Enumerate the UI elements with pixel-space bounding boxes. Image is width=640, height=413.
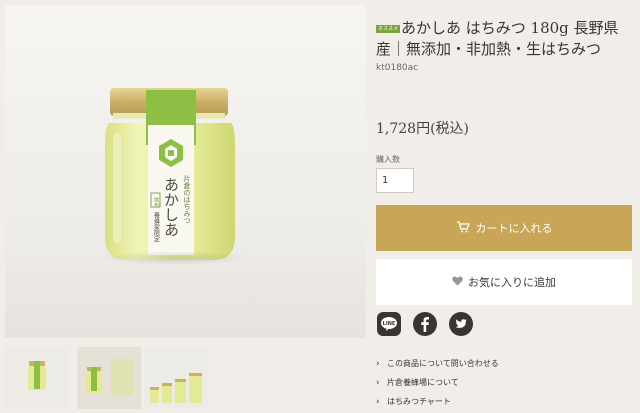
- quantity-input[interactable]: 1: [376, 168, 414, 193]
- link-about-apiary[interactable]: › 片倉養蜂場について: [376, 373, 499, 392]
- line-icon[interactable]: LINE: [377, 312, 401, 336]
- product-price: 1,728円(税込): [376, 121, 470, 137]
- product-title: オススメ あかしあ はちみつ 180g 長野県産｜無添加・非加熱・生はちみつ: [376, 18, 632, 60]
- chevron-right-icon: ›: [376, 396, 380, 407]
- link-honey-chart[interactable]: › はちみつチャート: [376, 392, 499, 411]
- twitter-icon[interactable]: [449, 312, 473, 336]
- link-inquiry[interactable]: › この商品について問い合わせる: [376, 354, 499, 373]
- add-to-cart-label: カートに入れる: [475, 222, 553, 235]
- quantity-label: 購入数: [376, 155, 400, 164]
- product-info: オススメ あかしあ はちみつ 180g 長野県産｜無添加・非加熱・生はちみつ kt…: [376, 18, 632, 407]
- thumbnail-2[interactable]: [77, 347, 141, 409]
- facebook-icon[interactable]: [413, 312, 437, 336]
- social-share: LINE: [377, 312, 473, 336]
- cart-icon: [456, 220, 470, 236]
- svg-text:信州: 信州: [153, 196, 159, 207]
- link-inquiry-label: この商品について問い合わせる: [387, 359, 499, 368]
- svg-text:養蜂家限定: 養蜂家限定: [153, 211, 160, 243]
- add-to-favorites-button[interactable]: お気に入りに追加: [376, 259, 632, 305]
- add-to-cart-button[interactable]: カートに入れる: [376, 205, 632, 251]
- link-honey-chart-label: はちみつチャート: [387, 397, 451, 406]
- recommend-badge: オススメ: [376, 25, 401, 33]
- jar-shadow: [100, 251, 250, 265]
- main-product-image: 片倉のはちみつ あかしあ 信州 養蜂家限定: [5, 5, 366, 338]
- svg-text:あかしあ: あかしあ: [162, 177, 180, 237]
- svg-text:LINE: LINE: [383, 321, 396, 327]
- honey-jar-illustration: 片倉のはちみつ あかしあ 信州 養蜂家限定: [105, 88, 235, 260]
- svg-text:片倉のはちみつ: 片倉のはちみつ: [183, 174, 191, 224]
- product-links: › この商品について問い合わせる › 片倉養蜂場について › はちみつチャート: [376, 354, 499, 411]
- link-about-apiary-label: 片倉養蜂場について: [387, 378, 459, 387]
- heart-icon: [452, 276, 463, 289]
- chevron-right-icon: ›: [376, 358, 380, 369]
- thumbnail-1[interactable]: [5, 347, 69, 409]
- chevron-right-icon: ›: [376, 377, 380, 388]
- product-sku: kt0180ac: [376, 63, 419, 73]
- thumbnail-3[interactable]: [144, 347, 208, 409]
- product-title-text: あかしあ はちみつ 180g 長野県産｜無添加・非加熱・生はちみつ: [376, 19, 619, 58]
- add-to-favorites-label: お気に入りに追加: [468, 276, 556, 289]
